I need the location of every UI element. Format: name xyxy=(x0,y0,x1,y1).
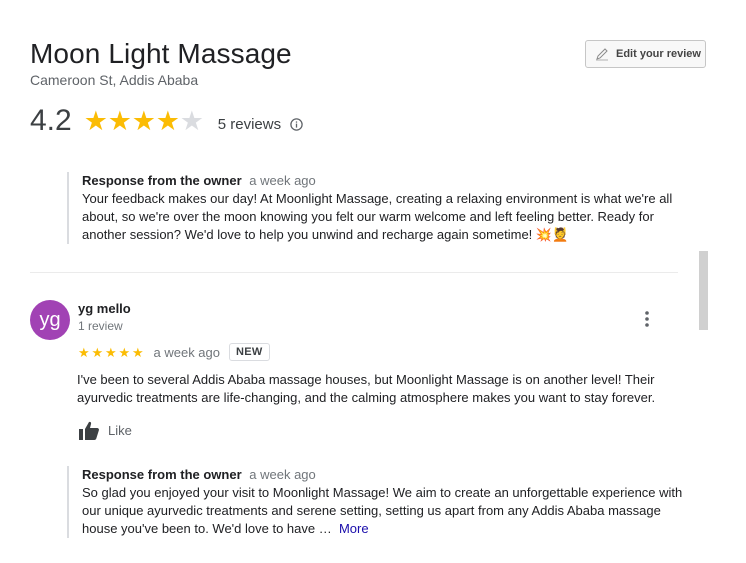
rating-summary: 4.2 ★ ★ ★ ★ ★ 5 reviews xyxy=(30,104,303,138)
reviewer-name[interactable]: yg mello xyxy=(78,301,131,316)
business-title: Moon Light Massage xyxy=(30,38,292,69)
new-badge: NEW xyxy=(229,343,270,361)
review-divider xyxy=(30,272,678,273)
star-icon: ★ xyxy=(105,344,117,360)
star-icon: ★ xyxy=(132,344,144,360)
owner-response-2: Response from the owner a week ago So gl… xyxy=(67,466,687,538)
info-icon[interactable] xyxy=(290,117,303,131)
star-icon: ★ xyxy=(131,105,156,136)
scrollbar-thumb[interactable] xyxy=(699,251,708,330)
review-stars: ★ ★ ★ ★ ★ xyxy=(78,346,146,359)
like-label: Like xyxy=(108,423,132,438)
owner-response-label: Response from the owner xyxy=(82,173,242,188)
like-button[interactable]: Like xyxy=(78,420,132,441)
review-rating-row: ★ ★ ★ ★ ★ a week ago NEW xyxy=(78,342,270,362)
edit-review-label: Edit your review xyxy=(616,48,701,60)
owner-response-1: Response from the owner a week ago Your … xyxy=(67,172,687,244)
review-time: a week ago xyxy=(153,344,221,360)
reviews-count[interactable]: 5 reviews xyxy=(218,116,281,133)
star-icon: ★ xyxy=(118,344,131,360)
thumb-up-icon xyxy=(79,421,99,440)
more-vert-icon[interactable] xyxy=(638,309,656,329)
review-text: I've been to several Addis Ababa massage… xyxy=(77,372,656,405)
reviewer-review-count: 1 review xyxy=(78,319,123,333)
rating-stars: ★ ★ ★ ★ ★ xyxy=(83,105,204,136)
owner-response-text: So glad you enjoyed your visit to Moonli… xyxy=(82,484,687,538)
star-icon: ★ xyxy=(91,344,104,360)
edit-review-button[interactable]: Edit your review xyxy=(585,40,706,68)
owner-response-body: So glad you enjoyed your visit to Moonli… xyxy=(82,485,683,536)
business-address: Cameroon St, Addis Ababa xyxy=(30,72,199,88)
owner-response-time: a week ago xyxy=(249,467,316,482)
star-icon: ★ xyxy=(78,344,90,360)
star-empty-icon: ★ xyxy=(179,105,204,136)
more-link[interactable]: More xyxy=(339,521,369,536)
owner-response-text: Your feedback makes our day! At Moonligh… xyxy=(82,191,673,242)
pencil-icon xyxy=(596,48,608,61)
star-icon: ★ xyxy=(83,105,108,136)
rating-value: 4.2 xyxy=(30,104,72,137)
owner-response-label: Response from the owner xyxy=(82,467,242,482)
reviewer-avatar[interactable]: yg xyxy=(30,300,70,340)
star-icon: ★ xyxy=(107,105,132,136)
owner-response-time: a week ago xyxy=(249,173,316,188)
star-icon: ★ xyxy=(155,105,180,136)
